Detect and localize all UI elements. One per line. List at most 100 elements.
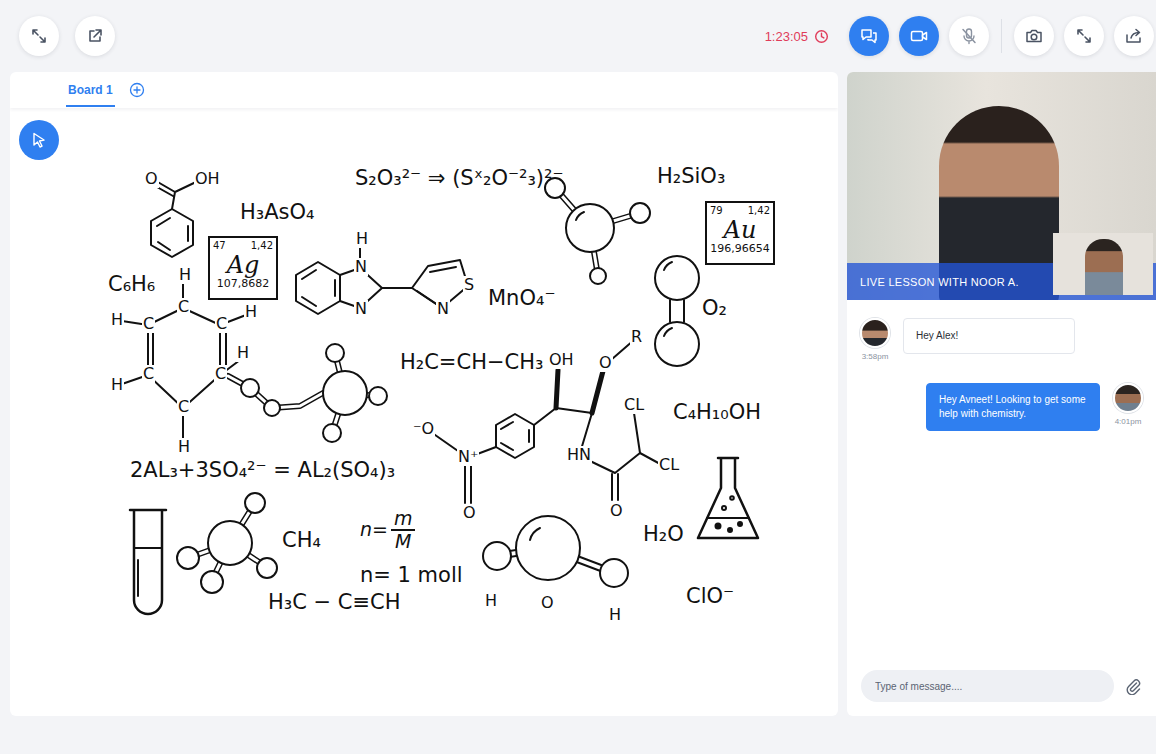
atom-label: N <box>436 300 450 318</box>
atom-label: H <box>236 344 250 362</box>
formula-fraction: n=mM <box>360 508 415 552</box>
atom-label: C <box>177 298 190 316</box>
formula: ClO⁻ <box>686 584 734 608</box>
clock-icon <box>814 29 829 44</box>
chat-icon <box>859 26 879 46</box>
atom-label: O <box>609 502 624 520</box>
message-time: 3:58pm <box>862 352 889 361</box>
chat-message: 3:58pm Hey Alex! <box>861 318 1142 361</box>
element-symbol: Au <box>724 217 757 243</box>
atom-label: O <box>598 354 613 372</box>
message-time: 4:01pm <box>1115 417 1142 426</box>
paperclip-icon <box>1124 677 1142 695</box>
snapshot-button[interactable] <box>1014 16 1054 56</box>
atom-label: N⁺ <box>457 448 479 466</box>
electronegativity: 1,42 <box>251 240 273 252</box>
mic-toggle-button[interactable] <box>949 16 989 56</box>
formula: O₂ <box>702 296 727 320</box>
message-bubble: Hey Alex! <box>903 318 1075 354</box>
atom-label: H <box>177 438 191 456</box>
atom-label: H <box>178 266 192 284</box>
message-input[interactable] <box>861 670 1114 702</box>
cursor-icon <box>30 131 48 149</box>
formula: 2AL₃+3SO₄²⁻ = AL₂(SO₄)₃ <box>130 458 395 482</box>
atom-label: H <box>484 592 498 610</box>
video-camera-icon <box>909 26 929 46</box>
chat-message: 4:01pm Hey Avneet! Looking to get some he… <box>861 383 1142 431</box>
lesson-workspace: Board 1 S₂O₃²⁻ ⇒ (Sˣ₂O⁻²₃)²⁻ H₂SiO₃ H₃AsO₄ 4… <box>0 72 1156 716</box>
atom-label: H <box>110 311 124 329</box>
atomic-number: 79 <box>710 205 723 217</box>
toolbar-divider <box>1001 19 1002 53</box>
attach-button[interactable] <box>1124 677 1142 695</box>
share-arrow-icon <box>1124 26 1144 46</box>
atom-label: O <box>540 594 555 612</box>
atom-label: H <box>608 606 622 624</box>
add-board-button[interactable] <box>129 82 145 98</box>
atom-label: R <box>630 328 643 346</box>
formula: n= 1 moll <box>360 563 463 587</box>
video-toggle-button[interactable] <box>899 16 939 56</box>
chat-toggle-button[interactable] <box>849 16 889 56</box>
external-link-icon <box>86 27 104 45</box>
element-card: 79 1,42Au196,96654 <box>705 201 775 265</box>
formula: C₆H₆ <box>108 272 155 296</box>
atom-label: H <box>110 376 124 394</box>
whiteboard-panel: Board 1 S₂O₃²⁻ ⇒ (Sˣ₂O⁻²₃)²⁻ H₂SiO₃ H₃AsO₄ 4… <box>10 72 838 716</box>
plus-circle-icon <box>129 82 145 98</box>
lesson-page: 1:23:05 Board 1 S₂O₃²⁻ ⇒ (Sˣ₂O⁻²₃)²⁻ H₂SiO₃… <box>0 0 1156 754</box>
chat-messages: 3:58pm Hey Alex! 4:01pm Hey Avneet! Looking… <box>861 318 1142 670</box>
whiteboard-canvas[interactable]: S₂O₃²⁻ ⇒ (Sˣ₂O⁻²₃)²⁻H₂SiO₃H₃AsO₄471,42Ag… <box>10 108 838 716</box>
atomic-number: 47 <box>213 240 226 252</box>
atom-label: OH <box>548 351 575 369</box>
atom-label: OH <box>194 170 221 188</box>
atomic-mass: 196,96654 <box>710 243 770 256</box>
message-composer <box>861 670 1142 702</box>
atom-label: CL <box>623 396 645 414</box>
atom-label: H <box>355 230 369 248</box>
board-tab[interactable]: Board 1 <box>66 73 115 107</box>
lesson-timer: 1:23:05 <box>765 29 829 44</box>
formula: C₄H₁₀OH <box>673 400 761 424</box>
formula: H₂O <box>643 522 684 546</box>
expand-view-button[interactable] <box>1064 16 1104 56</box>
atom-label: C <box>215 315 228 333</box>
student-video-frame <box>1053 233 1153 295</box>
atom-label: O <box>144 170 159 188</box>
formula: MnO₄⁻ <box>488 286 555 310</box>
popout-button[interactable] <box>75 16 115 56</box>
message-bubble: Hey Avneet! Looking to get some help wit… <box>926 383 1100 431</box>
atom-label: C <box>214 365 227 383</box>
atom-label: C <box>177 398 190 416</box>
formula: H₂C=CH−CH₃ <box>400 350 543 374</box>
expand-icon <box>30 27 48 45</box>
fullscreen-button[interactable] <box>19 16 59 56</box>
formula: H₃AsO₄ <box>240 200 314 224</box>
tutor-video: LIVE LESSON WITH NOOR A. <box>847 72 1156 300</box>
atomic-mass: 107,8682 <box>217 278 270 291</box>
atom-label: C <box>142 315 155 333</box>
atom-label: C <box>142 365 155 383</box>
element-card: 47 1,42Ag107,8682 <box>208 236 278 300</box>
atom-label: ⁻O <box>412 420 435 438</box>
electronegativity: 1,42 <box>748 205 770 217</box>
atom-label: O <box>462 504 477 522</box>
avatar-icon <box>1113 383 1143 413</box>
chat-panel: 3:58pm Hey Alex! 4:01pm Hey Avneet! Looking… <box>847 300 1156 716</box>
formula: H₃C − C≡CH <box>268 590 401 614</box>
formula: H₂SiO₃ <box>657 164 725 188</box>
atom-label: N <box>354 300 368 318</box>
pointer-tool-button[interactable] <box>19 120 59 160</box>
element-symbol: Ag <box>227 252 260 278</box>
avatar-icon <box>860 318 890 348</box>
board-tabs: Board 1 <box>10 72 838 108</box>
share-button[interactable] <box>1114 16 1154 56</box>
expand-icon <box>1075 27 1093 45</box>
formula: CH₄ <box>282 528 321 552</box>
camera-icon <box>1024 26 1044 46</box>
microphone-icon <box>959 26 979 46</box>
atom-label: H <box>244 303 258 321</box>
formula: S₂O₃²⁻ ⇒ (Sˣ₂O⁻²₃)²⁻ <box>355 166 564 190</box>
student-figure <box>1085 239 1123 295</box>
lesson-sidebar: LIVE LESSON WITH NOOR A. 3:58pm Hey Alex! 4… <box>847 72 1156 716</box>
